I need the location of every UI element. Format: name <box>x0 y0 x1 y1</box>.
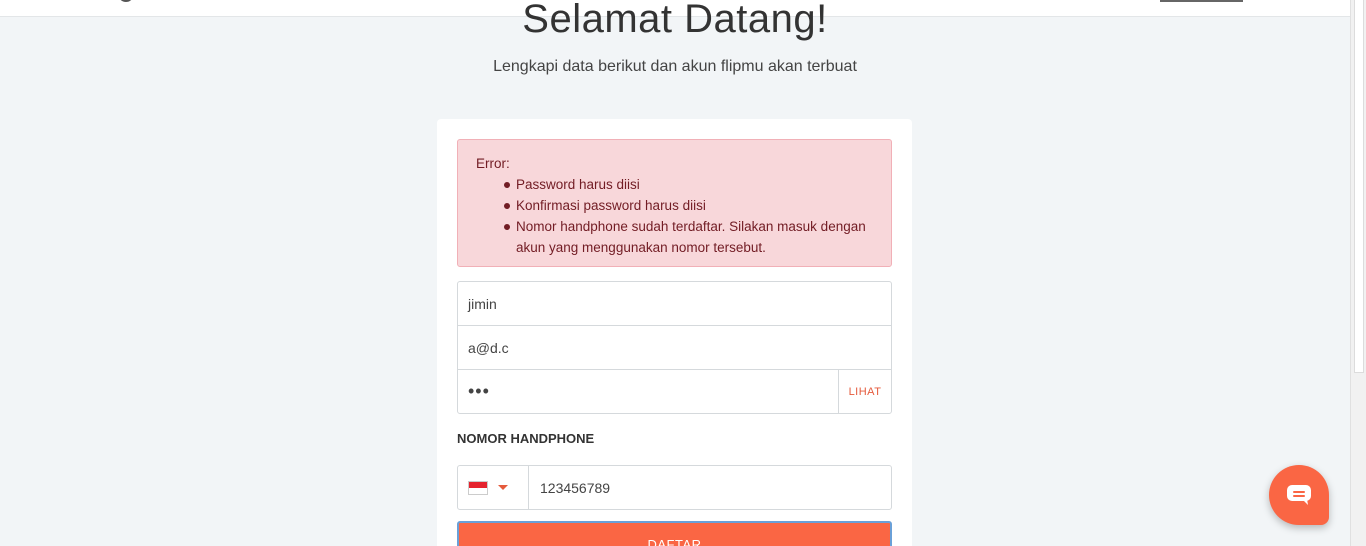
indonesia-flag-icon <box>468 480 488 495</box>
show-password-button[interactable]: LIHAT <box>838 370 891 413</box>
name-field[interactable]: jimin <box>457 281 892 326</box>
email-value: a@d.c <box>468 339 509 356</box>
chat-button[interactable] <box>1269 465 1329 525</box>
phone-number-field[interactable]: 123456789 <box>529 466 891 509</box>
error-item: Password harus diisi <box>504 174 873 195</box>
scrollbar-thumb[interactable] <box>1354 0 1364 373</box>
phone-label: NOMOR HANDPHONE <box>457 431 595 446</box>
error-alert: Error: Password harus diisi Konfirmasi p… <box>457 139 892 267</box>
register-card: Error: Password harus diisi Konfirmasi p… <box>437 119 912 546</box>
error-item: Nomor handphone sudah terdaftar. Silakan… <box>504 216 873 258</box>
email-field[interactable]: a@d.c <box>457 325 892 370</box>
error-item: Konfirmasi password harus diisi <box>504 195 873 216</box>
chat-bubble-icon <box>1287 485 1311 505</box>
register-button[interactable]: DAFTAR <box>457 521 892 546</box>
name-value: jimin <box>468 295 497 312</box>
phone-value: 123456789 <box>540 479 611 496</box>
page-subtitle: Lengkapi data berikut dan akun flipmu ak… <box>493 58 857 75</box>
scrollbar[interactable] <box>1350 0 1366 546</box>
phone-input-group: 123456789 <box>457 465 892 510</box>
error-list: Password harus diisi Konfirmasi password… <box>504 174 873 258</box>
country-code-dropdown[interactable] <box>458 466 529 509</box>
password-value: ••• <box>468 381 490 401</box>
caret-down-icon <box>498 485 508 490</box>
password-field[interactable]: ••• LIHAT <box>457 369 892 414</box>
page-title: Selamat Datang! <box>522 0 828 41</box>
error-heading: Error: <box>476 156 510 171</box>
